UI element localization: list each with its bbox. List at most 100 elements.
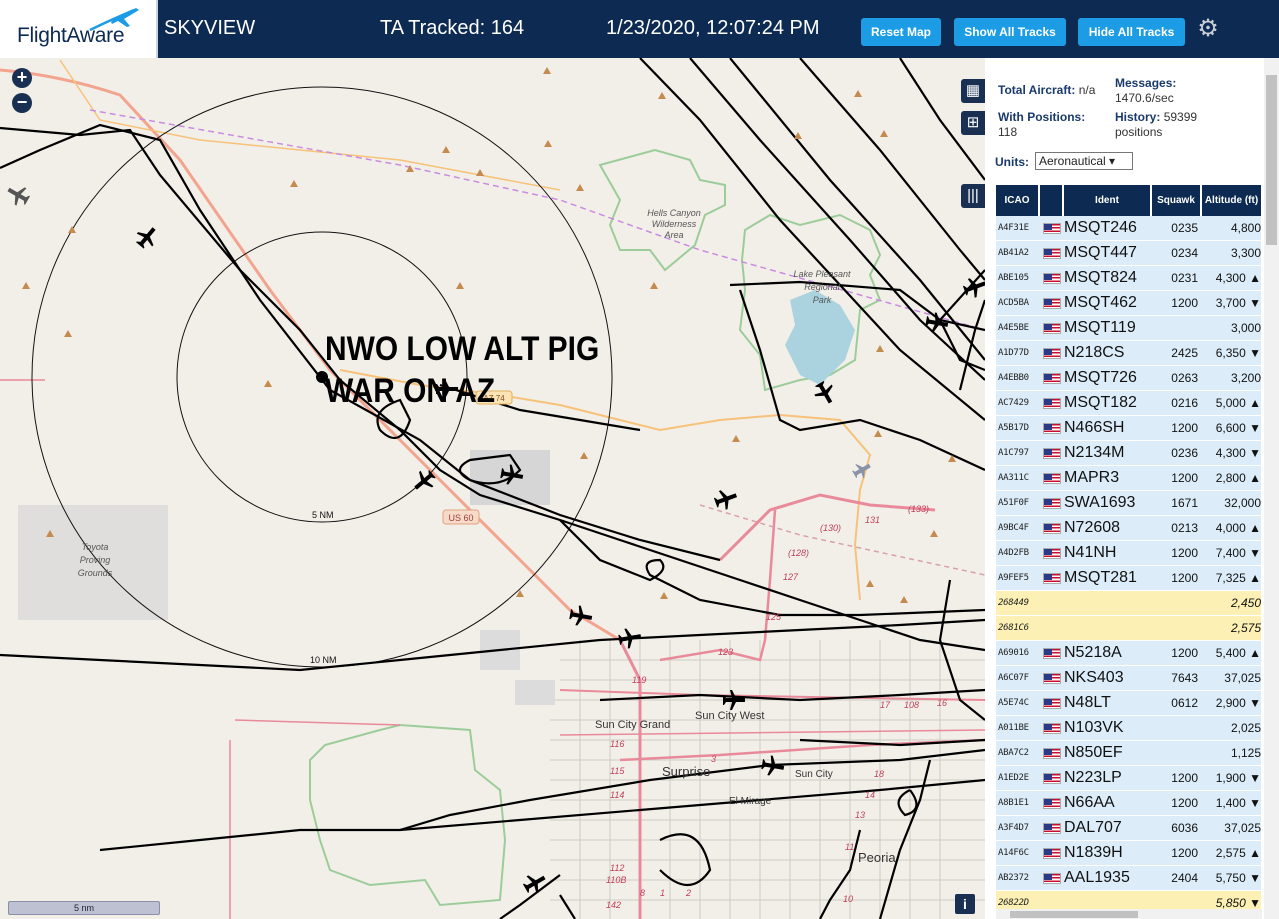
toyota-label-2: Proving — [80, 555, 111, 565]
local-road — [59, 59, 561, 191]
map-canvas[interactable]: Hells Canyon Wilderness Area Lake Pleasa… — [0, 58, 985, 919]
grid-icon[interactable]: ⊞ — [961, 111, 985, 135]
messages-label: Messages: — [1115, 76, 1177, 90]
gear-icon[interactable]: ⚙ — [1196, 17, 1220, 41]
table-row[interactable]: AB2372 AAL1935 2404 5,750 ▼ — [996, 866, 1261, 891]
squawk-cell: 2404 — [1171, 871, 1198, 885]
table-row[interactable]: 2681C6 2,575 — [996, 616, 1261, 641]
table-row[interactable]: A9BC4F N72608 0213 4,000 ▲ — [996, 516, 1261, 541]
us-flag-icon — [1043, 272, 1061, 284]
table-row[interactable]: AA311C MAPR3 1200 2,800 ▲ — [996, 466, 1261, 491]
messages-value: 1470.6/sec — [1115, 91, 1174, 105]
us-flag-icon — [1043, 297, 1061, 309]
history-unit: positions — [1115, 125, 1163, 139]
icao-cell: A9BC4F — [998, 523, 1029, 533]
el-mirage-label: El Mirage — [729, 796, 772, 807]
table-row[interactable]: A1C797 N2134M 0236 4,300 ▼ — [996, 441, 1261, 466]
table-row[interactable]: AB41A2 MSQT447 0234 3,300 — [996, 241, 1261, 266]
table-row[interactable]: A8B1E1 N66AA 1200 1,400 ▼ — [996, 791, 1261, 816]
ident-cell: N466SH — [1064, 419, 1125, 436]
table-row[interactable]: A1ED2E N223LP 1200 1,900 ▼ — [996, 766, 1261, 791]
flag-header[interactable] — [1040, 185, 1064, 216]
flag-cell — [1040, 822, 1064, 834]
table-row[interactable]: A4E5BE MSQT119 3,000 — [996, 316, 1261, 341]
sun-city-label: Sun City — [795, 769, 833, 780]
icao-header[interactable]: ICAO — [996, 185, 1040, 216]
ident-cell: N5218A — [1064, 644, 1122, 661]
icao-cell: A69016 — [998, 648, 1029, 658]
lake-label-3: Park — [813, 295, 832, 305]
ident-cell: N1839H — [1064, 844, 1123, 861]
ident-cell: MSQT447 — [1064, 244, 1137, 261]
lake-label-1: Lake Pleasant — [793, 269, 851, 279]
horizontal-scroll-thumb[interactable] — [1010, 911, 1138, 918]
overlay-line-2: WAR ON AZ — [325, 372, 496, 410]
vertical-scroll-thumb[interactable] — [1266, 75, 1277, 245]
zoom-in-button[interactable]: + — [12, 68, 32, 88]
us-flag-icon — [1043, 547, 1061, 559]
table-row[interactable]: A14F6C N1839H 1200 2,575 ▲ — [996, 841, 1261, 866]
table-row[interactable]: A69016 N5218A 1200 5,400 ▲ — [996, 641, 1261, 666]
altitude-cell: 2,800 ▲ — [1215, 471, 1261, 485]
surprise-label: Surprise — [662, 764, 710, 779]
flag-cell — [1040, 447, 1064, 459]
table-row[interactable]: A51F0F SWA1693 1671 32,000 — [996, 491, 1261, 516]
table-row[interactable]: 268449 2,450 — [996, 591, 1261, 616]
svg-text:127: 127 — [783, 572, 799, 582]
sun-city-grand-label: Sun City Grand — [595, 719, 670, 731]
us-flag-icon — [1043, 772, 1061, 784]
table-row[interactable]: A011BE N103VK 2,025 — [996, 716, 1261, 741]
map-view[interactable]: Hells Canyon Wilderness Area Lake Pleasa… — [0, 58, 985, 919]
squawk-cell: 1200 — [1171, 471, 1198, 485]
toyota-label-1: Toyota — [82, 542, 109, 552]
map-layers-icon[interactable]: ▦ — [961, 79, 985, 103]
table-row[interactable]: A6C07F NKS403 7643 37,025 — [996, 666, 1261, 691]
flag-cell — [1040, 547, 1064, 559]
info-icon[interactable]: i — [955, 894, 975, 914]
ident-cell: SWA1693 — [1064, 494, 1136, 511]
with-positions-value: 118 — [998, 125, 1018, 139]
table-row[interactable]: A9FEF5 MSQT281 1200 7,325 ▲ — [996, 566, 1261, 591]
columns-icon[interactable]: ||| — [961, 184, 985, 208]
secondary-road — [0, 379, 401, 919]
table-row[interactable]: A5E74C N48LT 0612 2,900 ▼ — [996, 691, 1261, 716]
squawk-header[interactable]: Squawk — [1152, 185, 1202, 216]
svg-text:1: 1 — [660, 888, 665, 898]
table-row[interactable]: A4EBB0 MSQT726 0263 3,200 — [996, 366, 1261, 391]
show-all-tracks-button[interactable]: Show All Tracks — [954, 18, 1066, 46]
hide-all-tracks-button[interactable]: Hide All Tracks — [1078, 18, 1185, 46]
zoom-out-button[interactable]: − — [12, 93, 32, 113]
altitude-cell: 2,025 — [1230, 721, 1261, 735]
flight-tracks — [0, 58, 985, 919]
ident-header[interactable]: Ident — [1064, 185, 1152, 216]
us-flag-icon — [1043, 872, 1061, 884]
flightaware-logo[interactable]: FlightAware — [0, 0, 158, 58]
flag-cell — [1040, 847, 1064, 859]
altitude-cell: 5,850 ▼ — [1215, 896, 1261, 910]
reset-map-button[interactable]: Reset Map — [861, 18, 941, 46]
hells-canyon-label-3: Area — [663, 230, 683, 240]
altitude-cell: 7,400 ▼ — [1215, 546, 1261, 560]
table-row[interactable]: A4D2FB N41NH 1200 7,400 ▼ — [996, 541, 1261, 566]
icao-cell: A5E74C — [998, 698, 1029, 708]
altitude-header[interactable]: Altitude (ft) — [1202, 185, 1261, 216]
units-select[interactable]: Aeronautical ▾ — [1035, 152, 1133, 170]
table-row[interactable]: ABE105 MSQT824 0231 4,300 ▲ — [996, 266, 1261, 291]
icao-cell: A5B17D — [998, 423, 1029, 433]
icao-cell: A6C07F — [998, 673, 1029, 683]
table-row[interactable]: A5B17D N466SH 1200 6,600 ▼ — [996, 416, 1261, 441]
table-row[interactable]: ABA7C2 N850EF 1,125 — [996, 741, 1261, 766]
table-row[interactable]: A1D77D N218CS 2425 6,350 ▼ — [996, 341, 1261, 366]
lake-label-2: Regional — [804, 282, 841, 292]
altitude-cell: 4,300 ▲ — [1215, 271, 1261, 285]
table-row[interactable]: A4F31E MSQT246 0235 4,800 — [996, 216, 1261, 241]
table-row[interactable]: ACD5BA MSQT462 1200 3,700 ▼ — [996, 291, 1261, 316]
svg-text:14: 14 — [865, 790, 875, 800]
table-row[interactable]: AC7429 MSQT182 0216 5,000 ▲ — [996, 391, 1261, 416]
svg-text:10: 10 — [843, 894, 853, 904]
table-row[interactable]: A3F4D7 DAL707 6036 37,025 — [996, 816, 1261, 841]
ident-cell: MSQT281 — [1064, 569, 1137, 586]
table-body: A4F31E MSQT246 0235 4,800 AB41A2 MSQT447 0234 3… — [996, 216, 1261, 916]
altitude-cell: 1,125 — [1230, 746, 1261, 760]
squawk-cell: 6036 — [1171, 821, 1198, 835]
